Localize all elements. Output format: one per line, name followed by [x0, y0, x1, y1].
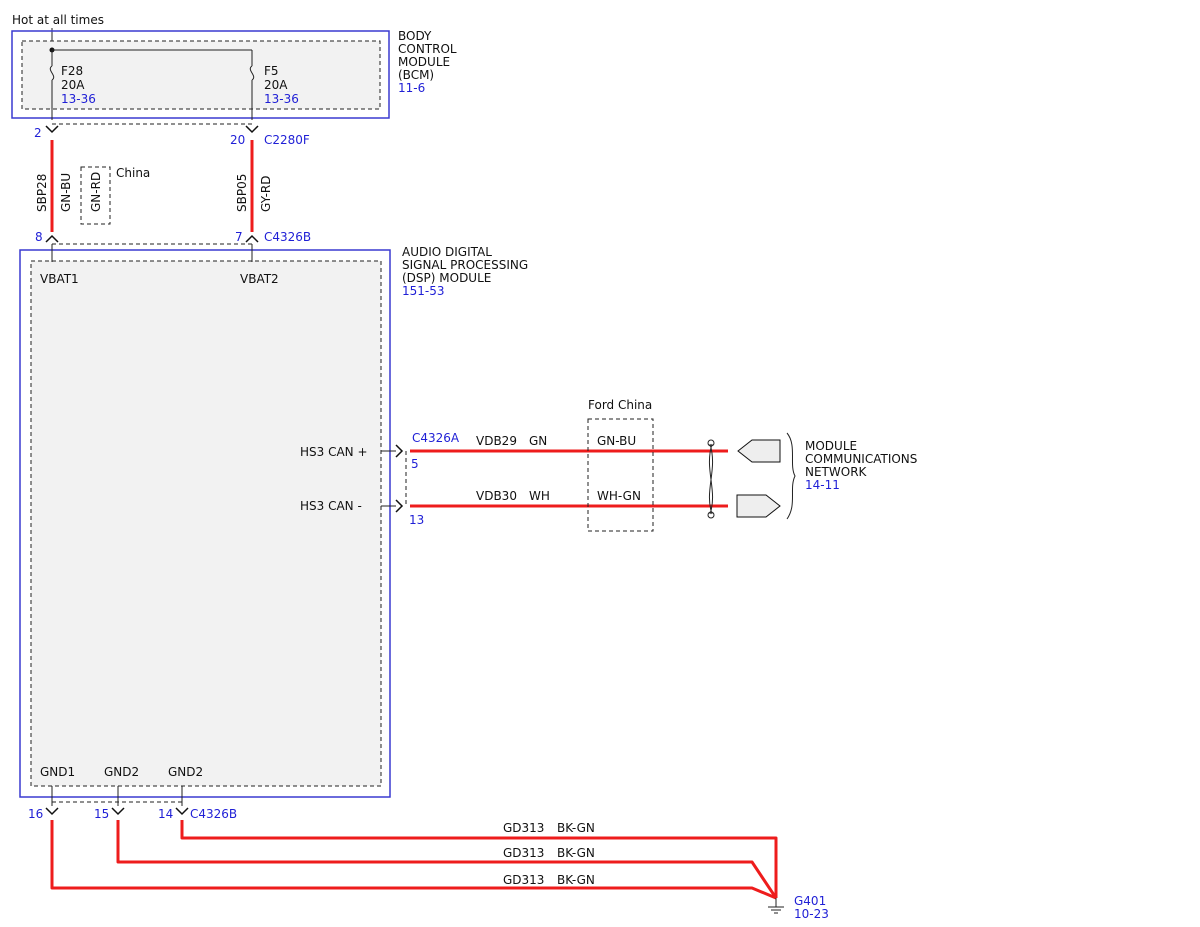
ground-color-3: BK-GN: [557, 873, 595, 887]
ground-point-name[interactable]: G401: [794, 894, 826, 908]
bcm-title-line-3: MODULE: [398, 55, 450, 69]
connector-chevron-icon: [45, 125, 59, 134]
vbat2-label: VBAT2: [240, 272, 279, 286]
can-pin-5: 5: [411, 457, 419, 471]
fuse-f5-id: F5: [264, 64, 279, 78]
connector-chevron-icon: [111, 807, 125, 816]
wire-color-gn-bu: GN-BU: [59, 173, 73, 212]
wire-color-gy-rd: GY-RD: [259, 175, 273, 212]
brace-icon: [786, 432, 796, 520]
ground-color-2: BK-GN: [557, 846, 595, 860]
china-can-color-gn-bu: GN-BU: [597, 434, 636, 448]
ground-color-1: BK-GN: [557, 821, 595, 835]
gnd2-label: GND2: [104, 765, 139, 779]
ford-china-label: Ford China: [588, 398, 652, 412]
fuse-f28-rating: 20A: [61, 78, 85, 92]
network-connector-icon: [737, 439, 781, 463]
china-wire-color: GN-RD: [89, 172, 103, 212]
china-label: China: [116, 166, 150, 180]
connector-chevron-icon: [245, 234, 259, 243]
gnd2-label: GND2: [168, 765, 203, 779]
connector-chevron-icon: [395, 499, 404, 513]
network-line-1: MODULE: [805, 439, 857, 453]
ground-pin-14: 14: [158, 807, 173, 821]
wire-circuit-sbp28: SBP28: [35, 174, 49, 212]
bcm-title-line-2: CONTROL: [398, 42, 457, 56]
fuse-f5-rating: 20A: [264, 78, 288, 92]
bcm-pin-2: 2: [34, 126, 42, 140]
ground-wire-pin-15[interactable]: [116, 820, 778, 899]
connector-chevron-icon: [175, 807, 189, 816]
dsp-inner-dashed: [30, 260, 382, 787]
bcm-pin-20: 20: [230, 133, 245, 147]
ground-circuit-1: GD313: [503, 821, 544, 835]
china-can-color-wh-gn: WH-GN: [597, 489, 641, 503]
ground-connector-name[interactable]: C4326B: [190, 807, 237, 821]
dsp-pin-8: 8: [35, 230, 43, 244]
ground-icon: [768, 898, 784, 914]
can-pin-13: 13: [409, 513, 424, 527]
ground-wire-pin-16[interactable]: [50, 820, 777, 900]
bcm-title-line-1: BODY: [398, 29, 432, 43]
dsp-top-connector-name[interactable]: C4326B: [264, 230, 311, 244]
can-circuit-vdb30: VDB30: [476, 489, 517, 503]
china-option-box: GN-RD China: [80, 166, 150, 225]
dsp-supply-connector: 8 7 C4326B: [35, 230, 311, 245]
can-color-wh: WH: [529, 489, 550, 503]
fuse-f28-ref[interactable]: 13-36: [61, 92, 96, 106]
can-circuit-vdb29: VDB29: [476, 434, 517, 448]
ground-circuit-2: GD313: [503, 846, 544, 860]
ground-pin-15: 15: [94, 807, 109, 821]
hs3-can-minus-label: HS3 CAN -: [300, 499, 362, 513]
connector-chevron-icon: [45, 807, 59, 816]
can-connector: C4326A 5 13: [381, 431, 460, 527]
network-line-3: NETWORK: [805, 465, 868, 479]
can-color-gn: GN: [529, 434, 547, 448]
connector-chevron-icon: [45, 234, 59, 243]
network-line-2: COMMUNICATIONS: [805, 452, 917, 466]
bcm-connector: 2 20 C2280F: [34, 123, 310, 147]
bcm-title-line-4: (BCM): [398, 68, 434, 82]
hs3-can-plus-label: HS3 CAN +: [300, 445, 368, 459]
dsp-title-line-2: SIGNAL PROCESSING: [402, 258, 528, 272]
vbat1-label: VBAT1: [40, 272, 79, 286]
fuse-f28-id: F28: [61, 64, 83, 78]
network-ref[interactable]: 14-11: [805, 478, 840, 492]
hot-at-all-times-label: Hot at all times: [12, 13, 104, 27]
connector-chevron-icon: [395, 444, 404, 458]
ford-china-option-box: Ford China GN-BU WH-GN: [587, 398, 654, 532]
ground-connector: 16 15 14 C4326B: [28, 786, 237, 821]
network-connector-icon: [736, 494, 781, 518]
bcm-connector-name[interactable]: C2280F: [264, 133, 310, 147]
dsp-title-line-1: AUDIO DIGITAL: [402, 245, 492, 259]
can-connector-name[interactable]: C4326A: [412, 431, 460, 445]
wiring-diagram: Hot at all times F28 20A 13-36 F5 20A 13…: [11, 13, 917, 921]
ground-pin-16: 16: [28, 807, 43, 821]
bcm-ref[interactable]: 11-6: [398, 81, 425, 95]
dsp-ref[interactable]: 151-53: [402, 284, 445, 298]
dsp-title-line-3: (DSP) MODULE: [402, 271, 491, 285]
dsp-pin-7: 7: [235, 230, 243, 244]
ground-circuit-3: GD313: [503, 873, 544, 887]
connector-chevron-icon: [245, 125, 259, 134]
wire-circuit-sbp05: SBP05: [235, 174, 249, 212]
audio-dsp-module: VBAT1 VBAT2 HS3 CAN + HS3 CAN - GND1 GND…: [19, 244, 528, 798]
fuse-f5-ref[interactable]: 13-36: [264, 92, 299, 106]
gnd1-label: GND1: [40, 765, 75, 779]
ground-wire-pin-14[interactable]: [180, 820, 778, 898]
ground-point-ref[interactable]: 10-23: [794, 907, 829, 921]
body-control-module: F28 20A 13-36 F5 20A 13-36 BODY CONTROL …: [11, 29, 457, 120]
module-communications-network: MODULE COMMUNICATIONS NETWORK 14-11: [805, 439, 917, 492]
